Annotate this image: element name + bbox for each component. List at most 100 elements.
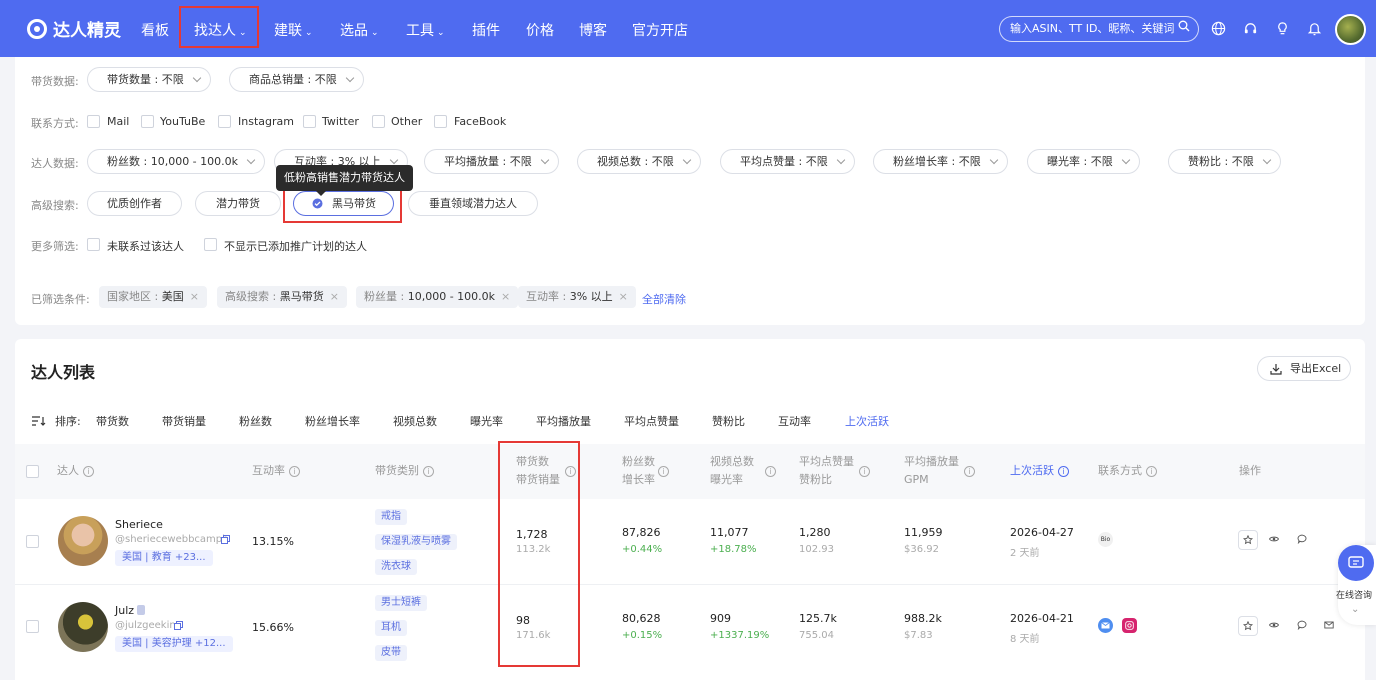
message-button[interactable] [1293,616,1313,636]
pill-label: 垂直领域潜力达人 [429,197,517,210]
user-avatar[interactable] [1335,14,1366,45]
contact-youtube-checkbox[interactable] [141,115,154,128]
filter-sales-count[interactable]: 带货数量 : 不限 [87,67,211,92]
chip-key: 高级搜索 : [225,290,280,303]
nav-item-open-store[interactable]: 官方开店 [632,20,688,40]
bell-icon[interactable] [1307,21,1322,36]
globe-icon[interactable] [1211,21,1226,36]
col-contact: 联系方式 i [1098,462,1157,480]
avg-views-value: 988.2k [904,612,942,625]
copy-icon[interactable] [221,535,230,544]
sort-sales-count[interactable]: 带货数 [96,413,129,429]
favorite-button[interactable] [1238,616,1258,636]
col-creator[interactable]: 达人 i [57,462,94,480]
advanced-potential-sales[interactable]: 潜力带货 [195,191,281,216]
filter-avg-likes[interactable]: 平均点赞量 : 不限 [720,149,855,174]
nav-item-dashboard[interactable]: 看板 [141,20,169,40]
nav-item-pricing[interactable]: 价格 [526,20,554,40]
filter-total-videos[interactable]: 视频总数 : 不限 [577,149,701,174]
col-views[interactable]: 平均播放量 GPM [904,453,959,489]
email-button[interactable] [1320,616,1340,636]
advanced-vertical-potential[interactable]: 垂直领域潜力达人 [408,191,538,216]
clear-all-link[interactable]: 全部清除 [642,291,686,307]
export-label: 导出Excel [1290,362,1342,375]
email-contact-icon[interactable] [1098,618,1113,633]
chip-value: 美国 [161,290,184,303]
applied-chip-country[interactable]: 国家地区 : 美国 × [99,286,207,308]
chip-value: 10,000 - 100.0k [407,290,496,303]
message-button[interactable] [1293,530,1313,550]
view-button[interactable] [1265,616,1285,636]
sort-follower-growth[interactable]: 粉丝增长率 [305,413,360,429]
contact-instagram-label: Instagram [238,115,294,128]
contact-twitter-checkbox[interactable] [303,115,316,128]
close-icon[interactable]: × [501,290,510,303]
copy-icon[interactable] [174,621,183,630]
contact-instagram-checkbox[interactable] [218,115,231,128]
videos-value: 11,077 [710,526,749,539]
sort-like-ratio[interactable]: 赞粉比 [712,413,745,429]
search-input[interactable]: 输入ASIN、TT ID、昵称、关键词 [999,16,1199,42]
pill-label: 潜力带货 [216,197,260,210]
col-likes[interactable]: 平均点赞量 赞粉比 [799,453,854,489]
filter-like-ratio[interactable]: 赞粉比 : 不限 [1168,149,1281,174]
sort-exposure[interactable]: 曝光率 [470,413,503,429]
sort-followers[interactable]: 粉丝数 [239,413,272,429]
col-engagement[interactable]: 互动率 i [252,462,300,480]
filter-total-sales[interactable]: 商品总销量 : 不限 [229,67,364,92]
info-icon: i [859,466,870,477]
applied-chip-followers[interactable]: 粉丝量 : 10,000 - 100.0k × [356,286,519,308]
filter-exposure[interactable]: 曝光率 : 不限 [1027,149,1140,174]
creator-name[interactable]: Julz [115,604,134,617]
bio-link-icon[interactable]: Bio [1098,532,1113,547]
not-contacted-checkbox[interactable] [87,238,100,251]
logo[interactable]: 达人精灵 [27,16,121,41]
export-excel-button[interactable]: 导出Excel [1257,356,1351,381]
filter-followers[interactable]: 粉丝数 : 10,000 - 100.0k [87,149,266,174]
filter-avg-views[interactable]: 平均播放量 : 不限 [424,149,559,174]
instagram-icon[interactable] [1122,618,1137,633]
filter-follower-growth[interactable]: 粉丝增长率 : 不限 [873,149,1008,174]
growth-value: +0.15% [622,630,663,641]
row-checkbox[interactable] [26,535,39,548]
sort-total-videos[interactable]: 视频总数 [393,413,437,429]
chat-icon[interactable] [1338,545,1374,581]
nav-item-tools[interactable]: 工具 ⌄ [406,20,445,40]
eye-icon [1269,622,1279,628]
close-icon[interactable]: × [330,290,339,303]
sort-avg-views[interactable]: 平均播放量 [536,413,591,429]
applied-chip-advanced[interactable]: 高级搜索 : 黑马带货 × [217,286,347,308]
col-videos[interactable]: 视频总数 曝光率 [710,453,754,489]
nav-item-outreach[interactable]: 建联 ⌄ [274,20,313,40]
sort-engagement[interactable]: 互动率 [778,413,811,429]
applied-chip-engagement[interactable]: 互动率 : 3% 以上 × [518,286,636,308]
search-icon[interactable] [1178,20,1190,32]
close-icon[interactable]: × [619,290,628,303]
headset-icon[interactable] [1243,21,1258,36]
advanced-quality-creator[interactable]: 优质创作者 [87,191,182,216]
favorite-button[interactable] [1238,530,1258,550]
chevron-down-icon: ⌄ [305,28,313,38]
contact-facebook-checkbox[interactable] [434,115,447,128]
close-icon[interactable]: × [190,290,199,303]
sort-sales-volume[interactable]: 带货销量 [162,413,206,429]
nav-item-blog[interactable]: 博客 [579,20,607,40]
row-checkbox[interactable] [26,620,39,633]
contact-other-checkbox[interactable] [372,115,385,128]
col-last-active[interactable]: 上次活跃 i [1010,462,1069,480]
nav-item-products[interactable]: 选品 ⌄ [340,20,379,40]
chevron-down-icon[interactable]: ⌄ [1351,604,1359,615]
bulb-icon[interactable] [1275,21,1290,36]
avatar[interactable] [58,602,108,652]
avatar[interactable] [58,516,108,566]
col-label: 增长率 [622,473,655,486]
select-all-checkbox[interactable] [26,465,39,478]
creator-name[interactable]: Sheriece [115,518,163,531]
col-followers[interactable]: 粉丝数 增长率 [622,453,655,489]
view-button[interactable] [1265,530,1285,550]
sort-last-active[interactable]: 上次活跃 [845,413,889,429]
sort-avg-likes[interactable]: 平均点赞量 [624,413,679,429]
contact-mail-checkbox[interactable] [87,115,100,128]
hide-in-plan-checkbox[interactable] [204,238,217,251]
nav-item-plugin[interactable]: 插件 [472,20,500,40]
